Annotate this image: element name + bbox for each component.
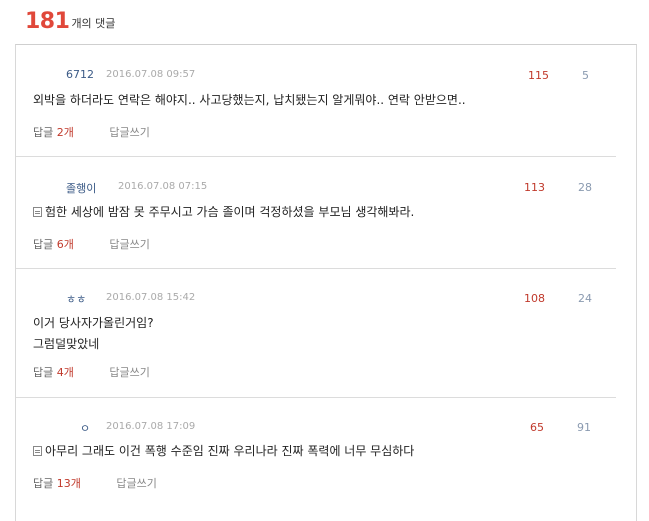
like-count[interactable]: 115 — [528, 69, 549, 82]
comment-actions: 답글 6개 답글쓰기 — [33, 236, 150, 252]
comment-author[interactable]: 졸행이 — [66, 180, 96, 196]
comment-divider — [16, 268, 616, 269]
comment-text: 이거 당사자가올린거임? 그럼덜맞았네 — [33, 313, 154, 355]
reply-label: 답글 — [33, 238, 54, 251]
dislike-count[interactable]: 28 — [578, 181, 592, 194]
memo-icon — [33, 446, 42, 456]
like-count[interactable]: 65 — [530, 421, 544, 434]
dislike-count[interactable]: 91 — [577, 421, 591, 434]
comment-text: 외박을 하더라도 연락은 해야지.. 사고당했는지, 납치됐는지 알게뭐야.. … — [33, 90, 466, 111]
reply-toggle[interactable]: 답글 4개 — [33, 366, 74, 379]
comment-date: 2016.07.08 07:15 — [118, 181, 208, 192]
comment-date: 2016.07.08 15:42 — [106, 292, 196, 303]
comment-text-line: 아무리 그래도 이건 폭행 수준임 진짜 우리나라 진짜 폭력에 너무 무심하다 — [33, 441, 414, 462]
comment-divider — [16, 397, 616, 398]
comment-item: 졸행이 2016.07.08 07:15 113 28 험한 세상에 밤잠 못 … — [16, 180, 616, 260]
comment-author[interactable]: 6712 — [66, 68, 94, 81]
like-count[interactable]: 108 — [524, 292, 545, 305]
comment-date: 2016.07.08 17:09 — [106, 421, 196, 432]
comment-count: 181 — [25, 9, 70, 34]
reply-label: 답글 — [33, 366, 54, 379]
comment-text-content: 험한 세상에 밤잠 못 주무시고 가슴 졸이며 걱정하셨을 부모님 생각해봐라. — [45, 205, 415, 219]
reply-label: 답글 — [33, 126, 54, 139]
comment-text-content: 아무리 그래도 이건 폭행 수준임 진짜 우리나라 진짜 폭력에 너무 무심하다 — [45, 444, 415, 458]
comment-text: 아무리 그래도 이건 폭행 수준임 진짜 우리나라 진짜 폭력에 너무 무심하다 — [33, 441, 414, 462]
comment-author[interactable]: ㅇ — [80, 420, 90, 436]
reply-count: 6개 — [56, 238, 74, 251]
comment-item: 6712 2016.07.08 09:57 115 5 외박을 하더라도 연락은… — [16, 68, 616, 148]
dislike-count[interactable]: 24 — [578, 292, 592, 305]
reply-toggle[interactable]: 답글 13개 — [33, 477, 81, 490]
comment-text: 험한 세상에 밤잠 못 주무시고 가슴 졸이며 걱정하셨을 부모님 생각해봐라. — [33, 202, 414, 223]
reply-count: 13개 — [56, 477, 81, 490]
write-reply-link[interactable]: 답글쓰기 — [109, 126, 149, 139]
dislike-count[interactable]: 5 — [582, 69, 589, 82]
reply-count: 2개 — [56, 126, 74, 139]
reply-toggle[interactable]: 답글 2개 — [33, 126, 74, 139]
reply-toggle[interactable]: 답글 6개 — [33, 238, 74, 251]
comment-count-header: 181 개의 댓글 — [25, 4, 115, 34]
comment-text-line: 이거 당사자가올린거임? — [33, 316, 154, 330]
comment-actions: 답글 13개 답글쓰기 — [33, 475, 157, 491]
write-reply-link[interactable]: 답글쓰기 — [116, 477, 156, 490]
comment-actions: 답글 4개 답글쓰기 — [33, 364, 150, 380]
write-reply-link[interactable]: 답글쓰기 — [109, 238, 149, 251]
comment-text-line: 외박을 하더라도 연락은 해야지.. 사고당했는지, 납치됐는지 알게뭐야.. … — [33, 93, 466, 107]
comment-divider — [16, 156, 616, 157]
comment-item: ㅇ 2016.07.08 17:09 65 91 아무리 그래도 이건 폭행 수… — [16, 420, 616, 500]
comment-actions: 답글 2개 답글쓰기 — [33, 124, 150, 140]
comment-text-line: 그럼덜맞았네 — [33, 337, 100, 351]
comment-count-label: 개의 댓글 — [71, 17, 116, 30]
comment-item: ㅎㅎ 2016.07.08 15:42 108 24 이거 당사자가올린거임? … — [16, 291, 616, 386]
reply-count: 4개 — [56, 366, 74, 379]
comment-author[interactable]: ㅎㅎ — [66, 291, 86, 307]
comment-date: 2016.07.08 09:57 — [106, 69, 196, 80]
memo-icon — [33, 207, 42, 217]
comment-text-line: 험한 세상에 밤잠 못 주무시고 가슴 졸이며 걱정하셨을 부모님 생각해봐라. — [33, 202, 414, 223]
reply-label: 답글 — [33, 477, 54, 490]
like-count[interactable]: 113 — [524, 181, 545, 194]
write-reply-link[interactable]: 답글쓰기 — [109, 366, 149, 379]
